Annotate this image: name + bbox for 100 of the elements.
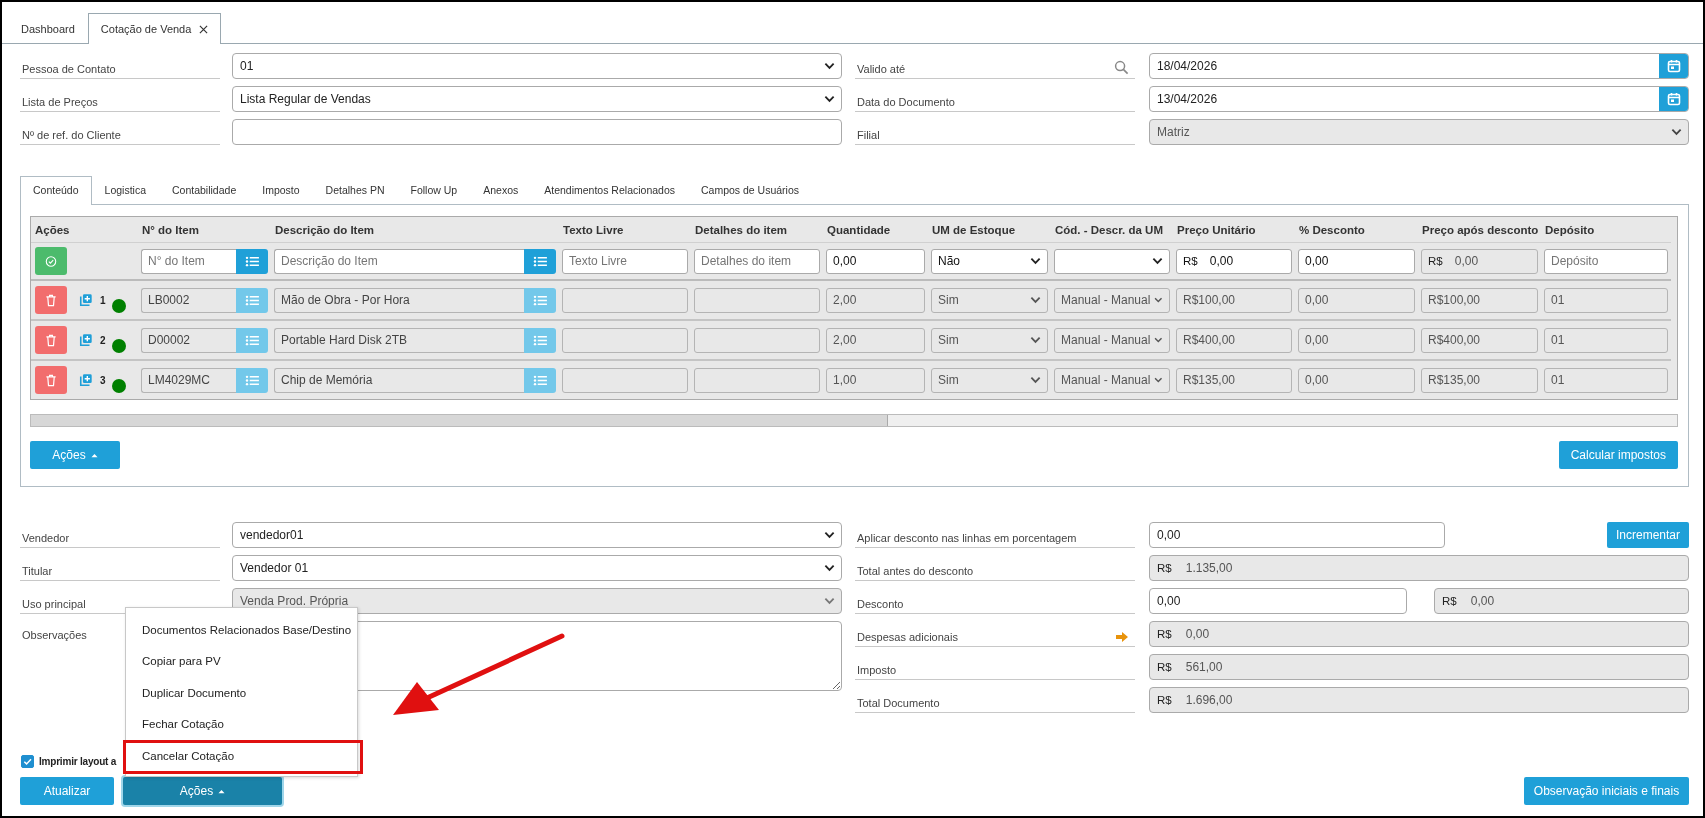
tab[interactable]: Contabilidade	[159, 176, 250, 204]
menu-item[interactable]: Cancelar Cotação	[126, 740, 357, 772]
list-button[interactable]	[236, 327, 268, 353]
list-button[interactable]	[524, 327, 556, 353]
dropdown-field[interactable]: vendedor01	[232, 522, 842, 548]
item-field: LB0002	[141, 287, 236, 313]
tab[interactable]: Dashboard	[8, 13, 88, 43]
column-header: Quantidade	[827, 223, 891, 236]
list-button[interactable]	[524, 367, 556, 393]
trash-icon	[45, 333, 57, 347]
actions-button[interactable]: Ações	[123, 777, 282, 805]
delete-button[interactable]	[35, 286, 67, 314]
chevron-down-icon	[824, 62, 835, 70]
menu-item[interactable]: Documentos Relacionados Base/Destino	[126, 614, 357, 646]
search-icon[interactable]	[1114, 60, 1129, 75]
date-field[interactable]: 13/04/2026	[1149, 86, 1689, 112]
input-field[interactable]: Texto Livre	[562, 248, 688, 274]
input-field[interactable]: 0,00	[826, 248, 925, 274]
dropdown-field: Manual - Manual	[1054, 367, 1170, 393]
chevron-down-icon	[824, 564, 835, 572]
menu-item[interactable]: Duplicar Documento	[126, 677, 357, 709]
field-label: Titular	[22, 565, 53, 577]
list-icon	[244, 255, 260, 267]
field-label: Uso principal	[22, 598, 86, 610]
tab[interactable]: Follow Up	[397, 176, 471, 204]
dropdown-field[interactable]: Lista Regular de Vendas	[232, 86, 842, 112]
dropdown-field[interactable]	[1054, 248, 1170, 274]
tab[interactable]: Campos de Usuários	[688, 176, 813, 204]
price-field: R$135,00	[1176, 367, 1292, 393]
item-field: D00002	[141, 327, 236, 353]
chevron-down-icon	[824, 95, 835, 103]
delete-button[interactable]	[35, 366, 67, 394]
warehouse-field: 01	[1544, 287, 1668, 313]
copy-plus-icon[interactable]	[79, 293, 93, 307]
amount-field: R$ 0,00	[1434, 588, 1689, 614]
input-field[interactable]: 0,00	[1149, 522, 1445, 548]
tab[interactable]: Anexos	[470, 176, 532, 204]
calendar-button[interactable]	[1659, 54, 1688, 78]
column-header: Descrição do Item	[275, 223, 375, 236]
field-label: Despesas adicionais	[857, 631, 958, 643]
arrow-right-icon[interactable]	[1115, 631, 1129, 643]
dropdown-field: Manual - Manual	[1054, 287, 1170, 313]
column-header: UM de Estoque	[932, 223, 1016, 236]
chevron-down-icon	[1154, 336, 1163, 344]
row-number: 3	[100, 374, 106, 386]
tab[interactable]: Imposto	[249, 176, 313, 204]
copy-plus-icon[interactable]	[79, 333, 93, 347]
list-icon	[532, 294, 548, 306]
warehouse-field: 01	[1544, 367, 1668, 393]
item-field: LM4029MC	[141, 367, 236, 393]
dropdown-field[interactable]: 01	[232, 53, 842, 79]
delete-button[interactable]	[35, 326, 67, 354]
tab[interactable]: Conteúdo	[20, 176, 92, 205]
confirm-button[interactable]	[35, 247, 67, 275]
input-field[interactable]: 0,00	[1298, 248, 1415, 274]
input-field[interactable]: Depósito	[1544, 248, 1668, 274]
tab[interactable]: Cotação de Venda	[87, 13, 222, 44]
menu-item[interactable]: Copiar para PV	[126, 645, 357, 677]
input-field[interactable]: Detalhes do item	[694, 248, 820, 274]
chevron-down-icon	[1154, 296, 1163, 304]
checkbox[interactable]	[21, 754, 34, 768]
close-icon[interactable]	[199, 24, 209, 34]
discount-field: 0,00	[1298, 327, 1415, 353]
tab[interactable]: Atendimentos Relacionados	[531, 176, 688, 204]
calendar-icon	[1667, 92, 1681, 106]
row-number: 1	[100, 294, 106, 306]
list-icon	[244, 294, 260, 306]
list-button[interactable]	[236, 248, 268, 274]
item-field[interactable]: N° do Item	[141, 248, 236, 274]
copy-plus-icon[interactable]	[79, 373, 93, 387]
dropdown-field[interactable]: Vendedor 01	[232, 555, 842, 581]
dropdown-field: Manual - Manual	[1054, 327, 1170, 353]
list-button[interactable]	[236, 367, 268, 393]
input-field[interactable]: 0,00	[1149, 588, 1407, 614]
description-field: Mão de Obra - Por Hora	[274, 287, 524, 313]
list-button[interactable]	[236, 287, 268, 313]
field-label: Pessoa de Contato	[22, 63, 116, 75]
date-field[interactable]: 18/04/2026	[1149, 53, 1689, 79]
field-label: Nº de ref. do Cliente	[22, 129, 121, 141]
caret-up-icon	[218, 788, 226, 794]
menu-item[interactable]: Fechar Cotação	[126, 708, 357, 740]
field-label: Data do Documento	[857, 96, 955, 108]
tab[interactable]: Detalhes PN	[312, 176, 398, 204]
column-header: Detalhes do item	[695, 223, 788, 236]
description-field: Portable Hard Disk 2TB	[274, 327, 524, 353]
dropdown-field[interactable]: Não	[931, 248, 1048, 274]
trash-icon	[45, 373, 57, 387]
field-label: Desconto	[857, 598, 904, 610]
chevron-down-icon	[1030, 257, 1041, 265]
description-field[interactable]: Descrição do Item	[274, 248, 524, 274]
price-field[interactable]: R$ 0,00	[1176, 248, 1292, 274]
scrollbar[interactable]	[30, 414, 1678, 427]
field-label: Lista de Preços	[22, 96, 98, 108]
quantity-field: 1,00	[826, 367, 925, 393]
column-header: % Desconto	[1299, 223, 1365, 236]
tab[interactable]: Logistica	[91, 176, 159, 204]
input-field[interactable]	[232, 119, 842, 145]
list-button[interactable]	[524, 287, 556, 313]
list-button[interactable]	[524, 248, 556, 274]
calendar-button[interactable]	[1659, 87, 1688, 111]
